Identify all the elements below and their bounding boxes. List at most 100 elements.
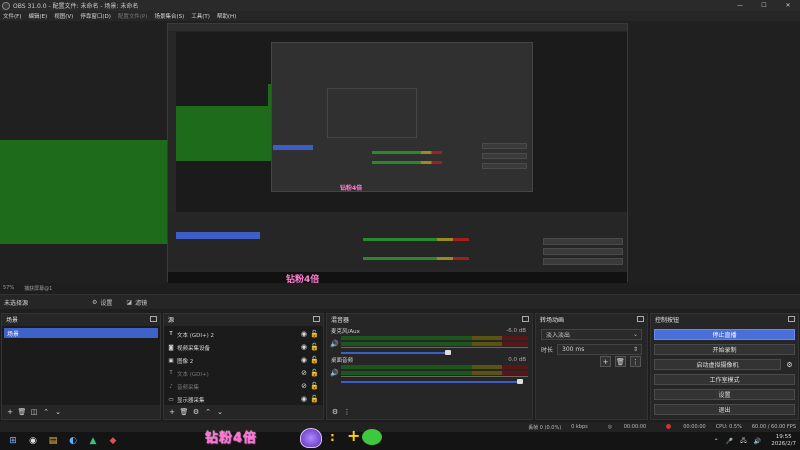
stop-streaming-button[interactable]: 停止直播	[654, 329, 795, 340]
close-icon[interactable]: ✕	[776, 0, 800, 11]
volume-icon[interactable]: 🔊	[754, 438, 761, 445]
preview-canvas[interactable]: 钻粉4倍 钻粉4倍	[0, 21, 800, 283]
mute-icon[interactable]: 🔊	[330, 369, 339, 377]
browser-icon[interactable]: ◐	[66, 434, 80, 448]
eye-icon[interactable]: ◉	[301, 356, 307, 364]
eye-hidden-icon[interactable]: ⊘	[301, 369, 307, 377]
menu-tools[interactable]: 工具(T)	[191, 12, 210, 20]
preview-green-block	[0, 140, 175, 244]
lock-icon[interactable]: 🔓	[310, 369, 319, 377]
overlay-text: 钻粉4倍	[205, 431, 258, 446]
filter-icon[interactable]: ◫	[29, 407, 39, 417]
studio-mode-button[interactable]: 工作室模式	[654, 374, 795, 385]
minimize-icon[interactable]: —	[728, 0, 752, 11]
more-icon[interactable]: ⋮	[630, 356, 641, 367]
properties-button[interactable]: ⚙ 设置	[92, 298, 112, 307]
mixer-dock: 混音器 麦克风/Aux -6.0 dB 🔊 桌面音频 0.0 dB 🔊 ⚙ ⋮	[326, 313, 533, 420]
filters-button[interactable]: ◪ 滤镜	[126, 298, 147, 307]
trash-icon[interactable]: 🗑	[615, 356, 626, 367]
chevron-down-icon[interactable]: ⌄	[215, 407, 225, 417]
nested-overlay-label: 钻粉4倍	[286, 275, 320, 283]
obs-app-icon[interactable]: ◉	[26, 434, 40, 448]
eye-hidden-icon[interactable]: ⊘	[301, 382, 307, 390]
gear-icon[interactable]: ⚙	[191, 407, 201, 417]
gear-icon[interactable]: ⚙	[330, 407, 340, 417]
trash-icon[interactable]: 🗑	[179, 407, 189, 417]
transition-buttons: + 🗑 ⋮	[596, 356, 641, 367]
filter-icon: ◪	[126, 298, 133, 306]
menu-docks[interactable]: 停靠窗口(D)	[80, 12, 111, 20]
sources-list: 𝐓 文本 (GDI+) 2 ◉ 🔓 ◙ 视频采集设备 ◉ 🔓 ▣ 图像 2 ◉ …	[164, 326, 323, 405]
duration-spinbox[interactable]: 300 ms ⇕	[557, 343, 642, 355]
mixer-dock-header: 混音器	[327, 314, 532, 325]
more-icon[interactable]: ⋮	[342, 407, 352, 417]
add-icon[interactable]: +	[5, 407, 15, 417]
network-icon[interactable]: 🖧	[740, 436, 747, 446]
transition-select[interactable]: 淡入淡出 ⌄	[541, 328, 642, 340]
nested-meter	[363, 257, 469, 260]
exit-button[interactable]: 退出	[654, 404, 795, 415]
undock-icon[interactable]	[150, 316, 157, 322]
undock-icon[interactable]	[522, 316, 529, 322]
scenes-list: 场景	[2, 326, 160, 405]
menu-file[interactable]: 文件(F)	[3, 12, 21, 20]
add-icon[interactable]: +	[600, 356, 611, 367]
duration-value: 300 ms	[562, 345, 585, 353]
start-recording-button[interactable]: 开始录制	[654, 344, 795, 355]
settings-button[interactable]: 设置	[654, 389, 795, 400]
eye-icon[interactable]: ◉	[301, 330, 307, 338]
app-red-icon[interactable]: ◆	[106, 434, 120, 448]
chevron-down-icon[interactable]: ⌄	[53, 407, 63, 417]
eye-icon[interactable]: ◉	[301, 343, 307, 351]
rec-time: 00:00:00	[656, 424, 706, 430]
chevron-up-icon[interactable]: ⌃	[41, 407, 51, 417]
start-virtual-camera-button[interactable]: 启动虚拟摄像机	[654, 359, 781, 370]
mic-icon[interactable]: 🎤	[726, 438, 733, 445]
text-icon: 𝐓	[169, 331, 173, 337]
volume-slider[interactable]	[341, 352, 448, 354]
chevron-up-icon[interactable]: ⌃	[714, 438, 719, 445]
sources-dock-header: 源	[164, 314, 323, 325]
menu-edit[interactable]: 编辑(E)	[28, 12, 47, 20]
app-triangle-icon[interactable]: ▲	[86, 434, 100, 448]
source-item[interactable]: ♪ 音频采集 ⊘ 🔓	[164, 380, 323, 393]
mixer-channels: 麦克风/Aux -6.0 dB 🔊 桌面音频 0.0 dB 🔊	[327, 326, 532, 405]
trash-icon[interactable]: 🗑	[17, 407, 27, 417]
properties-label: 设置	[100, 299, 113, 307]
transitions-title: 转场动画	[540, 317, 565, 324]
file-explorer-icon[interactable]: ▤	[46, 434, 60, 448]
nested-meter	[363, 238, 469, 241]
gear-icon[interactable]: ⚙	[784, 359, 795, 370]
lock-icon[interactable]: 🔓	[310, 395, 319, 403]
chevron-up-icon[interactable]: ⌃	[203, 407, 213, 417]
eye-icon[interactable]: ◉	[301, 395, 307, 403]
source-item[interactable]: 𝐓 文本 (GDI+) ⊘ 🔓	[164, 367, 323, 380]
maximize-icon[interactable]: ☐	[752, 0, 776, 11]
menu-profile[interactable]: 配置文件(P)	[118, 12, 148, 20]
lock-icon[interactable]: 🔓	[310, 382, 319, 390]
channel-name: 桌面音频	[331, 358, 354, 364]
source-item[interactable]: 𝐓 文本 (GDI+) 2 ◉ 🔓	[164, 328, 323, 341]
undock-icon[interactable]	[313, 316, 320, 322]
menu-help[interactable]: 帮助(H)	[217, 12, 236, 20]
undock-icon[interactable]	[637, 316, 644, 322]
lock-icon[interactable]: 🔓	[310, 343, 319, 351]
menu-scene-collection[interactable]: 场景集合(S)	[154, 12, 184, 20]
lock-icon[interactable]: 🔓	[310, 330, 319, 338]
source-item[interactable]: ▣ 图像 2 ◉ 🔓	[164, 354, 323, 367]
windows-start-icon[interactable]: ⊞	[6, 434, 20, 448]
mixer-channel-mic: 麦克风/Aux -6.0 dB 🔊	[327, 326, 532, 355]
clock[interactable]: 19:55 2026/2/7	[771, 434, 796, 448]
menu-view[interactable]: 视图(V)	[54, 12, 73, 20]
undock-icon[interactable]	[788, 316, 795, 322]
scene-item[interactable]: 场景	[4, 328, 158, 338]
source-item[interactable]: ◙ 视频采集设备 ◉ 🔓	[164, 341, 323, 354]
source-label: 音频采集	[177, 384, 200, 391]
add-icon[interactable]: +	[167, 407, 177, 417]
monitor-icon: ▭	[168, 396, 174, 403]
volume-knob[interactable]	[517, 379, 523, 384]
preview-strip: 57% 捕获屏幕@1	[0, 283, 800, 293]
lock-icon[interactable]: 🔓	[310, 356, 319, 364]
mute-icon[interactable]: 🔊	[330, 340, 339, 348]
volume-slider[interactable]	[341, 381, 520, 383]
